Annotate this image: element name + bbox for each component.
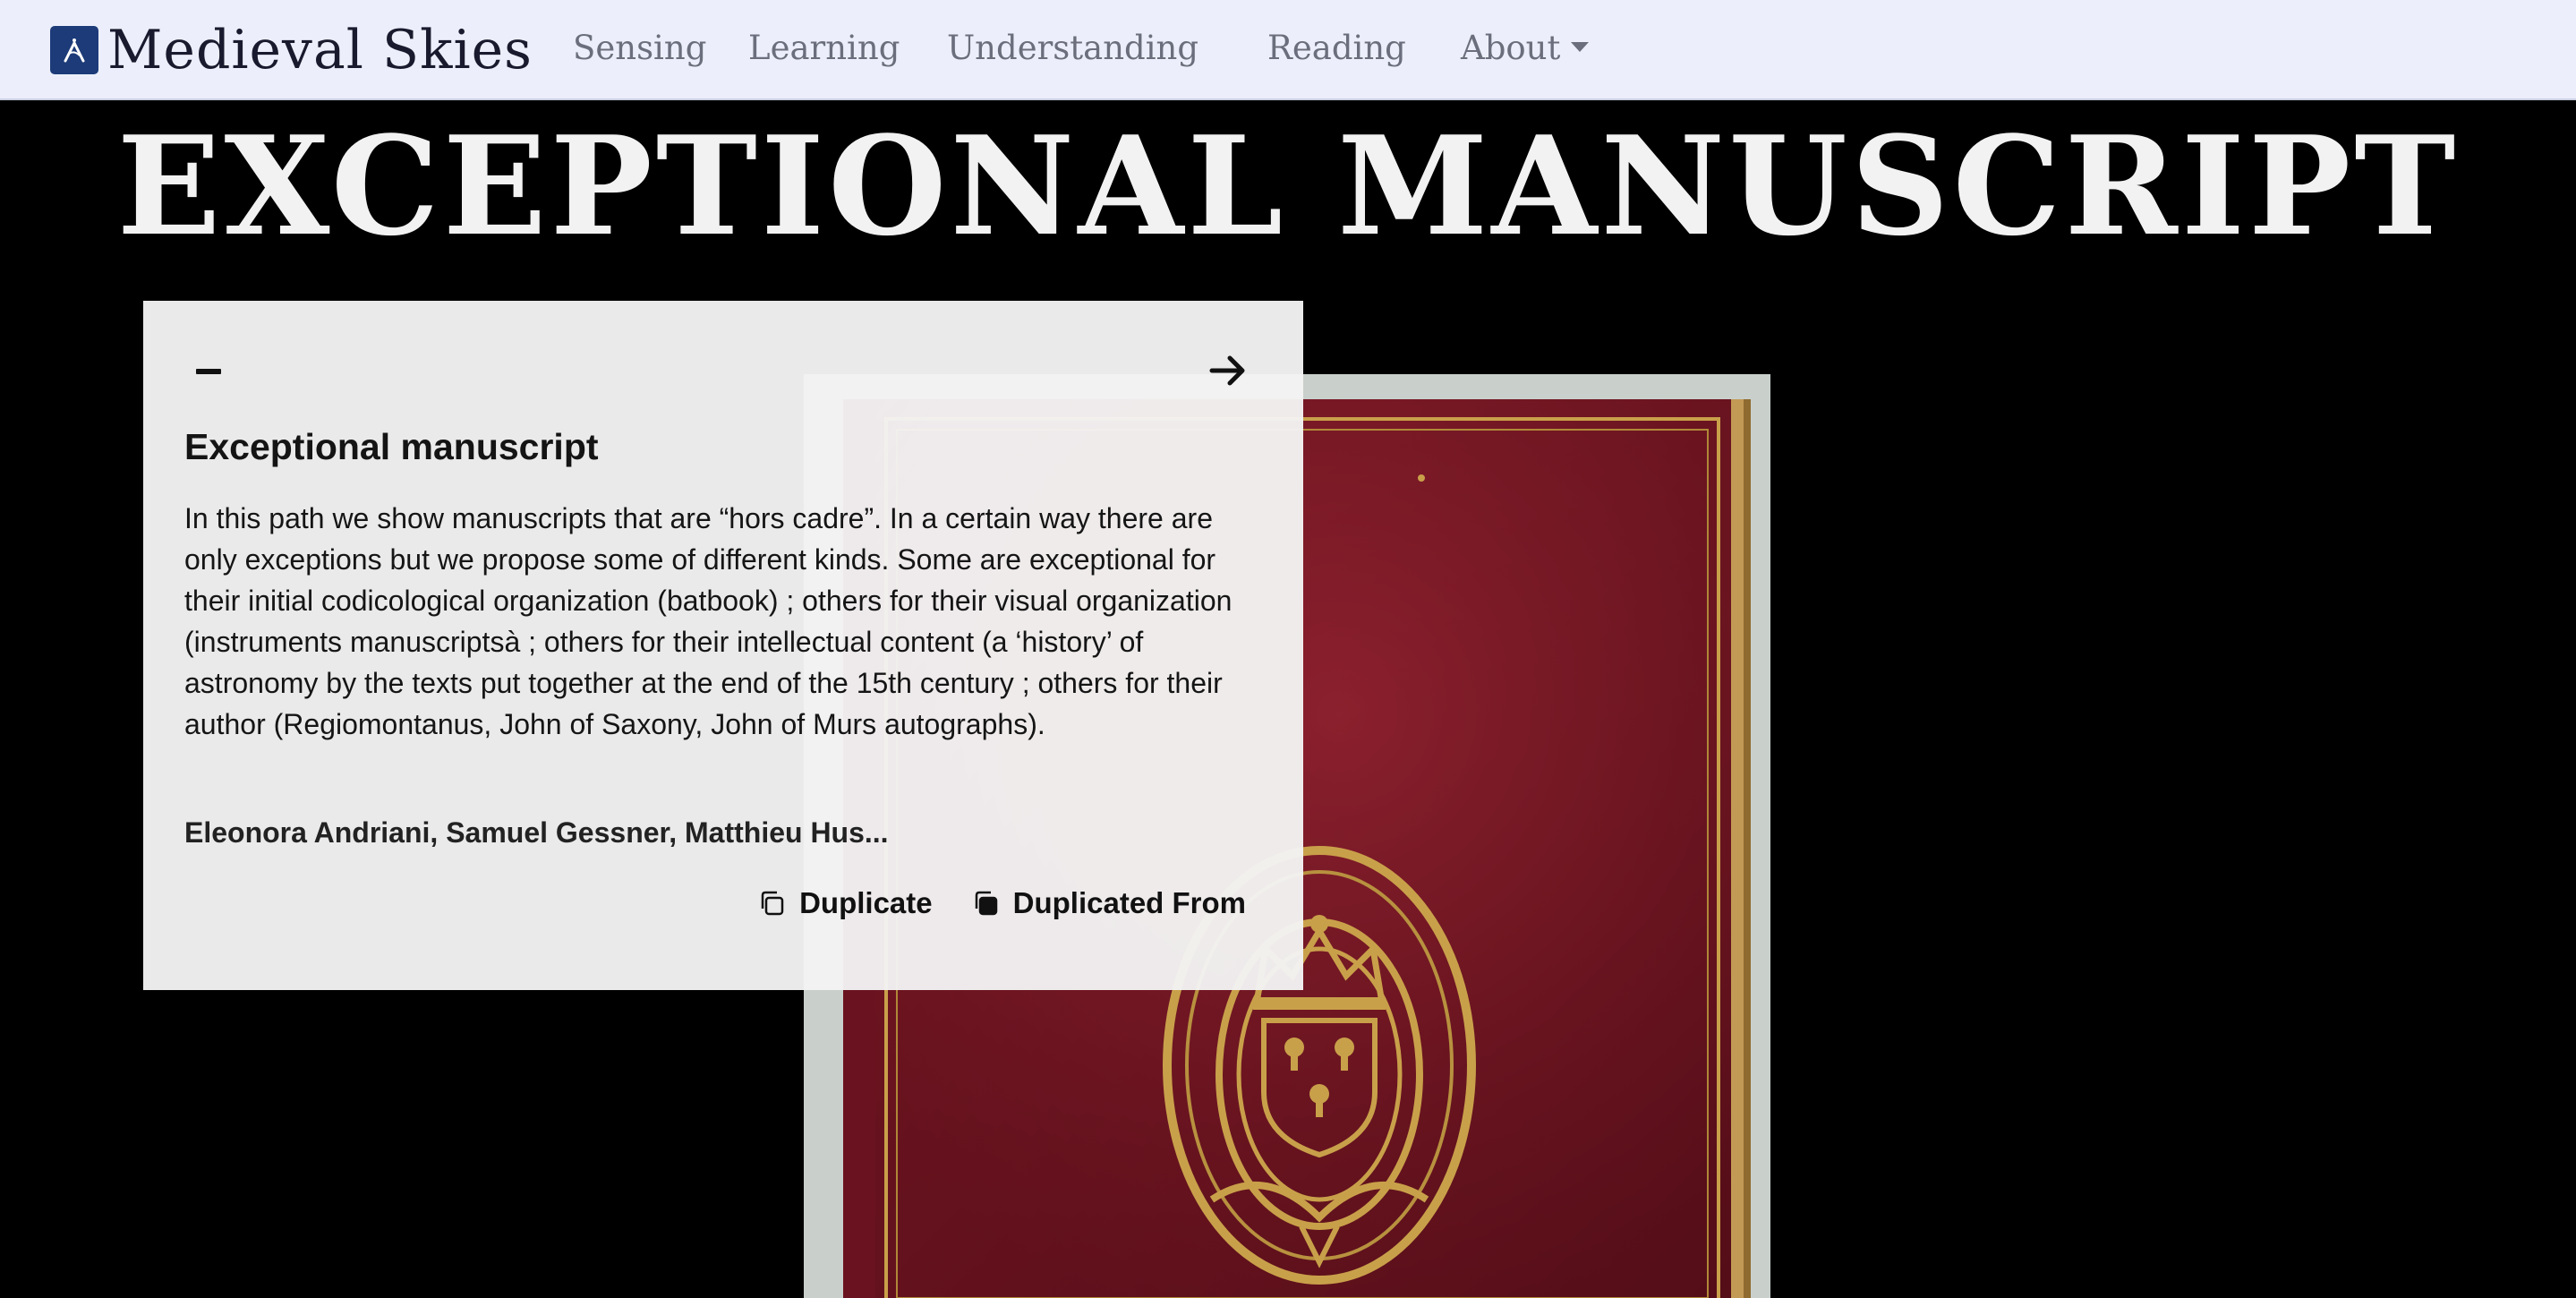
duplicate-label: Duplicate (799, 886, 933, 919)
copy-icon (761, 891, 784, 916)
minus-icon (196, 369, 221, 374)
nav-link-learning[interactable]: Learning (748, 23, 900, 73)
card-authors: Eleonora Andriani, Samuel Gessner, Matth… (184, 816, 889, 849)
brand-name: Medieval Skies (107, 19, 533, 81)
duplicated-from-label: Duplicated From (1012, 886, 1246, 919)
card-title: Exceptional manuscript (184, 426, 599, 467)
duplicated-from-button[interactable]: Duplicated From (972, 886, 1246, 920)
logo-mark-icon (50, 26, 98, 74)
nav-link-reading[interactable]: Reading (1267, 23, 1406, 73)
nav-dropdown-about[interactable]: About (1461, 23, 1590, 73)
nav-link-about-label: About (1461, 29, 1561, 67)
arrow-right-icon (1209, 355, 1245, 386)
top-navbar: Medieval Skies Sensing Learning Understa… (0, 0, 2576, 100)
path-info-card: Exceptional manuscript In this path we s… (143, 301, 1303, 990)
card-actions: Duplicate Duplicated From (719, 886, 1246, 920)
page-title: EXCEPTIONAL MANUSCRIPT (116, 106, 2460, 266)
card-description: In this path we show manuscripts that ar… (184, 502, 1233, 740)
caret-down-icon (1571, 42, 1590, 52)
copy-filled-icon (975, 891, 997, 916)
nav-link-sensing[interactable]: Sensing (573, 23, 706, 73)
next-button[interactable] (1203, 346, 1253, 396)
duplicate-button[interactable]: Duplicate (758, 886, 933, 920)
nav-link-understanding[interactable]: Understanding (947, 23, 1198, 73)
minimize-button[interactable] (184, 347, 233, 396)
brand-link[interactable]: Medieval Skies (50, 16, 533, 84)
